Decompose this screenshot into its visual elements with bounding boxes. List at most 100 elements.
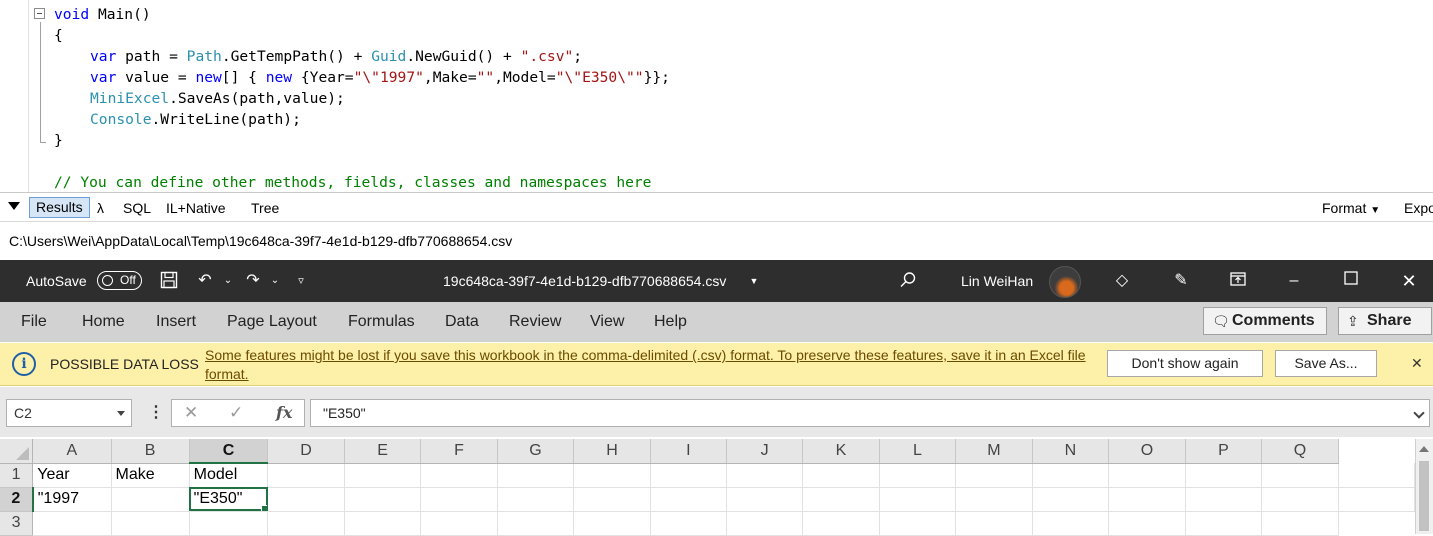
menu-view[interactable]: View bbox=[590, 313, 624, 331]
row-header[interactable]: 1 bbox=[0, 463, 34, 488]
cell[interactable] bbox=[1108, 487, 1186, 512]
select-all-corner[interactable] bbox=[0, 439, 34, 464]
cell[interactable] bbox=[802, 463, 880, 488]
close-icon[interactable]: ✕ bbox=[1399, 271, 1419, 291]
menu-home[interactable]: Home bbox=[82, 313, 125, 331]
cell[interactable] bbox=[1338, 463, 1416, 488]
column-header[interactable]: B bbox=[111, 439, 190, 464]
cell[interactable] bbox=[802, 511, 880, 536]
cell[interactable] bbox=[1185, 511, 1263, 536]
customize-toolbar-icon[interactable]: ▿ bbox=[291, 271, 311, 291]
cell[interactable] bbox=[650, 487, 727, 512]
cell[interactable] bbox=[267, 487, 345, 512]
pen-icon[interactable]: ✎ bbox=[1171, 271, 1191, 291]
scroll-up-icon[interactable] bbox=[1419, 446, 1429, 452]
collapse-toggle-icon[interactable] bbox=[34, 8, 45, 19]
column-header[interactable]: G bbox=[497, 439, 575, 464]
cell[interactable] bbox=[32, 511, 112, 536]
tab-sql[interactable]: SQL bbox=[123, 198, 151, 218]
search-icon[interactable] bbox=[898, 271, 918, 291]
cell[interactable] bbox=[955, 511, 1033, 536]
cell[interactable] bbox=[1261, 487, 1339, 512]
worksheet-grid[interactable]: A B C D E F G H I J K L M N O P Q 1 Year… bbox=[0, 439, 1416, 536]
row-header-selected[interactable]: 2 bbox=[0, 487, 34, 512]
cell[interactable] bbox=[1185, 487, 1263, 512]
menu-page-layout[interactable]: Page Layout bbox=[227, 313, 317, 331]
cell[interactable] bbox=[726, 511, 804, 536]
menu-review[interactable]: Review bbox=[509, 313, 561, 331]
cell[interactable] bbox=[1108, 511, 1186, 536]
cell[interactable] bbox=[267, 511, 345, 536]
column-header[interactable]: K bbox=[802, 439, 880, 464]
minimize-icon[interactable]: – bbox=[1284, 271, 1304, 291]
tab-results[interactable]: Results bbox=[29, 197, 90, 218]
cell-c2-active[interactable]: "E350" bbox=[189, 487, 269, 512]
collapse-results-icon[interactable] bbox=[8, 202, 20, 210]
undo-icon[interactable]: ↶ bbox=[195, 271, 215, 291]
cell-b2[interactable] bbox=[111, 487, 190, 512]
cell[interactable] bbox=[879, 487, 957, 512]
cancel-icon[interactable]: ✕ bbox=[184, 403, 198, 423]
column-header[interactable]: D bbox=[267, 439, 345, 464]
column-header[interactable]: J bbox=[726, 439, 804, 464]
cell[interactable] bbox=[1338, 487, 1416, 512]
cell-a2[interactable]: "1997 bbox=[32, 487, 112, 512]
tab-il-native[interactable]: IL+Native bbox=[166, 198, 226, 218]
scroll-thumb[interactable] bbox=[1419, 461, 1429, 531]
infobar-message-link[interactable]: Some features might be lost if you save … bbox=[205, 346, 1095, 384]
menu-insert[interactable]: Insert bbox=[156, 313, 196, 331]
undo-dropdown-icon[interactable]: ⌄ bbox=[218, 271, 238, 291]
cell[interactable] bbox=[497, 463, 575, 488]
redo-icon[interactable]: ↷ bbox=[243, 271, 263, 291]
expand-formula-icon[interactable] bbox=[1413, 407, 1425, 419]
dont-show-again-button[interactable]: Don't show again bbox=[1107, 350, 1263, 377]
cell[interactable] bbox=[420, 463, 498, 488]
cell[interactable] bbox=[420, 487, 498, 512]
autosave-toggle[interactable]: Off bbox=[97, 271, 142, 290]
premium-diamond-icon[interactable]: ◇ bbox=[1112, 271, 1132, 291]
export-menu[interactable]: Expo bbox=[1404, 198, 1433, 218]
column-header[interactable]: E bbox=[344, 439, 422, 464]
save-as-button[interactable]: Save As... bbox=[1275, 350, 1377, 377]
cell[interactable] bbox=[955, 463, 1033, 488]
cell[interactable] bbox=[497, 487, 575, 512]
name-box[interactable]: C2 bbox=[6, 399, 132, 427]
cell[interactable] bbox=[573, 463, 651, 488]
file-name[interactable]: 19c648ca-39f7-4e1d-b129-dfb770688654.csv bbox=[443, 260, 726, 302]
redo-dropdown-icon[interactable]: ⌄ bbox=[265, 271, 285, 291]
vertical-scrollbar[interactable] bbox=[1415, 439, 1433, 534]
cell[interactable] bbox=[189, 511, 269, 536]
cell[interactable] bbox=[802, 487, 880, 512]
column-header[interactable]: A bbox=[32, 439, 112, 464]
column-header[interactable]: O bbox=[1108, 439, 1186, 464]
tab-lambda[interactable]: λ bbox=[97, 198, 104, 218]
avatar[interactable] bbox=[1049, 266, 1081, 298]
cell[interactable] bbox=[1261, 463, 1339, 488]
menu-data[interactable]: Data bbox=[445, 313, 479, 331]
code-editor[interactable]: void Main() { var path = Path.GetTempPat… bbox=[0, 0, 1433, 193]
column-header[interactable]: M bbox=[955, 439, 1033, 464]
cell-c1[interactable]: Model bbox=[189, 463, 269, 488]
column-header[interactable]: F bbox=[420, 439, 498, 464]
cell[interactable] bbox=[726, 487, 804, 512]
cell[interactable] bbox=[344, 463, 422, 488]
cell[interactable] bbox=[1108, 463, 1186, 488]
enter-check-icon[interactable]: ✓ bbox=[229, 403, 243, 423]
column-header[interactable]: Q bbox=[1261, 439, 1339, 464]
save-icon[interactable] bbox=[159, 271, 179, 291]
cell[interactable] bbox=[726, 463, 804, 488]
ribbon-display-icon[interactable] bbox=[1228, 271, 1248, 291]
cell[interactable] bbox=[420, 511, 498, 536]
cell[interactable] bbox=[344, 487, 422, 512]
cell[interactable] bbox=[344, 511, 422, 536]
column-header[interactable]: L bbox=[879, 439, 957, 464]
column-header[interactable]: P bbox=[1185, 439, 1263, 464]
user-name[interactable]: Lin WeiHan bbox=[961, 260, 1033, 302]
cell[interactable] bbox=[267, 463, 345, 488]
cell[interactable] bbox=[1032, 463, 1110, 488]
column-header[interactable]: I bbox=[650, 439, 727, 464]
share-button[interactable]: ⇪ Share bbox=[1338, 307, 1432, 335]
tab-tree[interactable]: Tree bbox=[251, 198, 279, 218]
maximize-icon[interactable] bbox=[1341, 271, 1361, 291]
menu-help[interactable]: Help bbox=[654, 313, 687, 331]
